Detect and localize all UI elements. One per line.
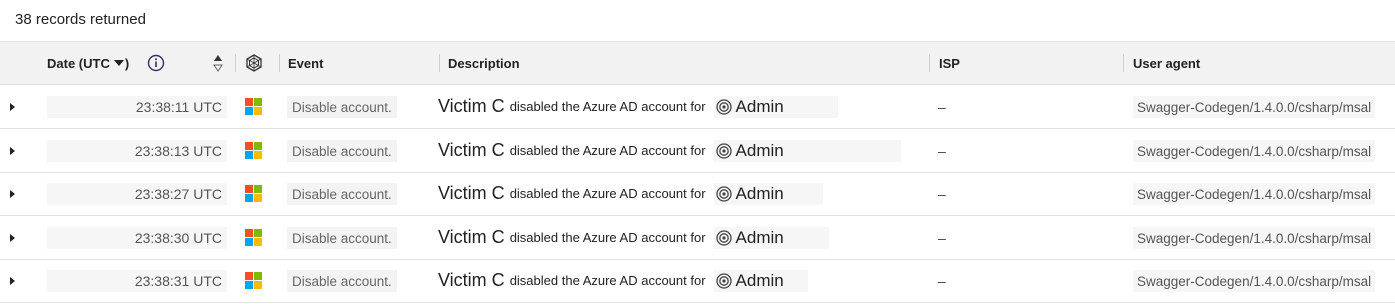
user-agent-value: Swagger-Codegen/1.4.0.0/csharp/msal (1133, 270, 1376, 292)
table-header: Date (UTC ) Event Description ISP User a… (0, 41, 1395, 85)
expand-row-icon[interactable] (8, 85, 16, 128)
user-agent-value: Swagger-Codegen/1.4.0.0/csharp/msal (1133, 140, 1376, 162)
table-row[interactable]: 23:38:27 UTC Disable account. Victim C d… (0, 172, 1395, 216)
target-user[interactable]: Admin (713, 139, 901, 162)
timestamp: 23:38:11 UTC (47, 96, 227, 118)
timestamp: 23:38:13 UTC (47, 140, 227, 162)
column-separator (1123, 54, 1124, 72)
event-description: Victim C disabled the Azure AD account f… (438, 172, 823, 215)
action-text: disabled the Azure AD account for (509, 186, 706, 201)
isp-value: – (938, 229, 946, 246)
column-separator (279, 54, 280, 72)
sort-icon[interactable] (213, 54, 223, 72)
event-description: Victim C disabled the Azure AD account f… (438, 259, 808, 302)
actor-name[interactable]: Victim C (438, 270, 505, 291)
column-separator (439, 54, 440, 72)
event-column-header[interactable]: Event (288, 42, 323, 84)
target-user[interactable]: Admin (713, 269, 808, 292)
date-column-header[interactable]: Date (UTC ) (47, 42, 129, 84)
event-label: Disable account. (287, 227, 397, 249)
action-text: disabled the Azure AD account for (509, 99, 706, 114)
user-agent-value: Swagger-Codegen/1.4.0.0/csharp/msal (1133, 227, 1376, 249)
event-label: Disable account. (287, 140, 397, 162)
expand-row-icon[interactable] (8, 172, 16, 215)
column-separator (929, 54, 930, 72)
actor-name[interactable]: Victim C (438, 183, 505, 204)
description-column-header[interactable]: Description (448, 42, 520, 84)
event-description: Victim C disabled the Azure AD account f… (438, 85, 838, 128)
event-description: Victim C disabled the Azure AD account f… (438, 129, 901, 172)
microsoft-logo-icon (245, 216, 262, 259)
caret-down-icon (113, 60, 124, 66)
isp-value: – (938, 142, 946, 159)
microsoft-logo-icon (245, 172, 262, 215)
microsoft-logo-icon (245, 129, 262, 172)
user-agent-column-header[interactable]: User agent (1133, 42, 1200, 84)
table-row[interactable]: 23:38:31 UTC Disable account. Victim C d… (0, 259, 1395, 303)
target-icon (715, 272, 732, 289)
target-icon (715, 229, 732, 246)
isp-value: – (938, 185, 946, 202)
actor-name[interactable]: Victim C (438, 140, 505, 161)
actor-name[interactable]: Victim C (438, 227, 505, 248)
target-user[interactable]: Admin (713, 182, 823, 205)
timestamp: 23:38:30 UTC (47, 227, 227, 249)
microsoft-logo-icon (245, 259, 262, 302)
isp-value: – (938, 98, 946, 115)
actor-name[interactable]: Victim C (438, 96, 505, 117)
column-separator (235, 54, 236, 72)
target-name: Admin (735, 227, 784, 247)
table-row[interactable]: 23:38:30 UTC Disable account. Victim C d… (0, 216, 1395, 260)
isp-column-header[interactable]: ISP (939, 42, 960, 84)
target-name: Admin (735, 270, 784, 290)
table-row[interactable]: 23:38:11 UTC Disable account. Victim C d… (0, 85, 1395, 129)
target-name: Admin (735, 96, 784, 116)
event-description: Victim C disabled the Azure AD account f… (438, 216, 829, 259)
action-text: disabled the Azure AD account for (509, 143, 706, 158)
user-agent-value: Swagger-Codegen/1.4.0.0/csharp/msal (1133, 183, 1376, 205)
expand-row-icon[interactable] (8, 216, 16, 259)
target-icon (715, 98, 732, 115)
expand-row-icon[interactable] (8, 259, 16, 302)
action-text: disabled the Azure AD account for (509, 230, 706, 245)
target-user[interactable]: Admin (713, 95, 838, 118)
isp-value: – (938, 272, 946, 289)
source-icon (246, 54, 262, 72)
expand-row-icon[interactable] (8, 129, 16, 172)
target-icon (715, 142, 732, 159)
event-label: Disable account. (287, 183, 397, 205)
action-text: disabled the Azure AD account for (509, 273, 706, 288)
user-agent-value: Swagger-Codegen/1.4.0.0/csharp/msal (1133, 96, 1376, 118)
target-icon (715, 185, 732, 202)
microsoft-logo-icon (245, 85, 262, 128)
target-name: Admin (735, 183, 784, 203)
table-row[interactable]: 23:38:13 UTC Disable account. Victim C d… (0, 129, 1395, 173)
info-icon[interactable] (147, 54, 165, 72)
event-label: Disable account. (287, 96, 397, 118)
records-count: 38 records returned (15, 11, 146, 28)
target-name: Admin (735, 140, 784, 160)
date-column-label: Date (UTC (47, 55, 110, 71)
target-user[interactable]: Admin (713, 226, 829, 249)
event-label: Disable account. (287, 270, 397, 292)
timestamp: 23:38:27 UTC (47, 183, 227, 205)
timestamp: 23:38:31 UTC (47, 270, 227, 292)
